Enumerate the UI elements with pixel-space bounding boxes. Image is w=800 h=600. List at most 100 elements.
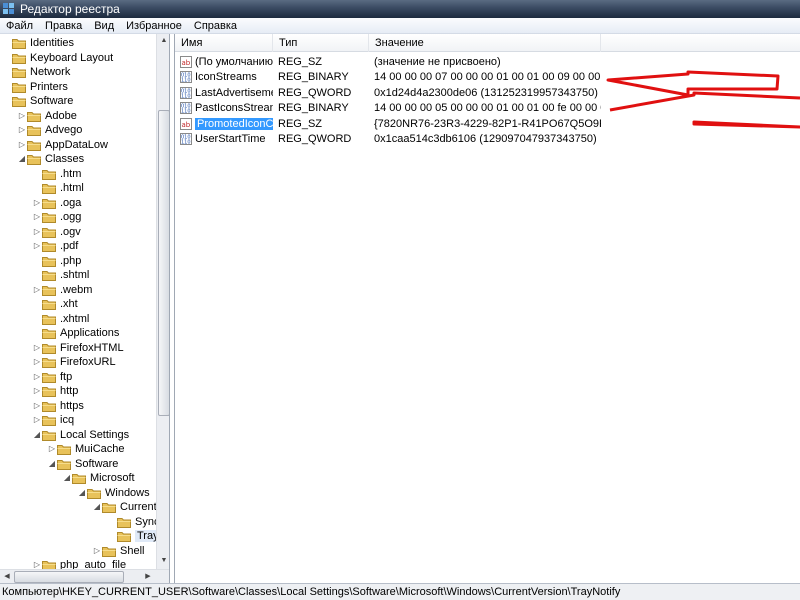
- tree-node[interactable]: .php: [32, 254, 81, 268]
- tree-node[interactable]: ▷ icq: [32, 413, 74, 427]
- tree-node-label: Classes: [45, 153, 85, 165]
- scroll-up-icon[interactable]: ▲: [158, 35, 169, 47]
- expand-arrow-icon[interactable]: ▷: [32, 386, 42, 396]
- folder-icon: [57, 443, 71, 455]
- value-row[interactable]: 010 110 IconStreams REG_BINARY 14 00 00 00 0…: [175, 70, 800, 85]
- folder-icon: [42, 182, 56, 194]
- menu-help[interactable]: Справка: [188, 20, 243, 32]
- tree-node[interactable]: Keyboard Layout: [2, 51, 113, 65]
- tree-node[interactable]: ▷ .ogg: [32, 210, 81, 224]
- scroll-right-icon[interactable]: ▶: [142, 571, 154, 583]
- value-row[interactable]: 010110LastAdvertiseme... REG_QWORD 0x1d24d…: [175, 86, 800, 101]
- collapse-arrow-icon[interactable]: ◢: [17, 154, 27, 164]
- tree-node[interactable]: ▷ http: [32, 384, 78, 398]
- binary-value-icon: 010 110: [180, 102, 192, 115]
- tree-vertical-scrollbar[interactable]: ▲ ▼: [156, 34, 169, 569]
- tree-horizontal-scrollbar[interactable]: ◀ ▶: [0, 569, 169, 583]
- tree-node[interactable]: ▷ AppDataLow: [17, 138, 108, 152]
- value-row[interactable]: 010 110 PastIconsStream REG_BINARY 14 00 00 …: [175, 101, 800, 116]
- tree-node[interactable]: TrayNo: [107, 529, 156, 543]
- expand-arrow-icon[interactable]: ▷: [17, 111, 27, 121]
- tree-node[interactable]: ◢ Classes: [17, 152, 84, 166]
- tree-node-label: .webm: [60, 283, 93, 296]
- expand-arrow-icon[interactable]: ▷: [32, 343, 42, 353]
- tree-node[interactable]: .xhtml: [32, 312, 89, 326]
- expand-arrow-icon[interactable]: ▷: [32, 357, 42, 367]
- svg-text:ab: ab: [182, 121, 191, 129]
- expand-arrow-icon[interactable]: ▷: [32, 198, 42, 208]
- collapse-arrow-icon[interactable]: ◢: [32, 430, 42, 440]
- scroll-down-icon[interactable]: ▼: [158, 555, 169, 567]
- tree-node[interactable]: Network: [2, 65, 70, 79]
- tree-node[interactable]: .htm: [32, 167, 81, 181]
- tree-node[interactable]: Software: [2, 94, 73, 108]
- tree-node[interactable]: ▷ .pdf: [32, 239, 78, 253]
- value-row[interactable]: 010 110 UserStartTime REG_QWORD 0x1caa514c3d…: [175, 132, 800, 147]
- tree-vertical-scroll-thumb[interactable]: [158, 110, 169, 416]
- tree-node-label: .ogv: [60, 225, 81, 238]
- expand-arrow-icon[interactable]: ▷: [32, 241, 42, 251]
- value-name: LastAdvertiseme...: [195, 86, 273, 101]
- expand-arrow-icon[interactable]: ▷: [32, 415, 42, 425]
- tree-node[interactable]: ▷ Shell: [92, 544, 144, 558]
- registry-editor-icon: [3, 3, 14, 14]
- value-data: 14 00 00 00 07 00 00 00 01 00 01 00 09 0…: [374, 71, 601, 84]
- tree-node-label: http: [60, 385, 79, 397]
- tree-horizontal-scroll-thumb[interactable]: [14, 571, 124, 583]
- tree-node[interactable]: ▷ Advego: [17, 123, 82, 137]
- tree-node[interactable]: Applications: [32, 326, 119, 340]
- value-name-text: IconStreams: [195, 71, 257, 84]
- menu-favorites[interactable]: Избранное: [120, 20, 188, 32]
- svg-text:110: 110: [181, 78, 191, 84]
- column-header-data[interactable]: Значение: [369, 34, 601, 52]
- value-row[interactable]: ab PromotedIconC... REG_SZ {7820NR76-23R3-4…: [175, 117, 800, 132]
- tree-node[interactable]: ▷ Adobe: [17, 109, 77, 123]
- tree-node[interactable]: ▷ .webm: [32, 283, 92, 297]
- expand-arrow-icon[interactable]: ▷: [32, 372, 42, 382]
- tree-node[interactable]: .xht: [32, 297, 78, 311]
- expand-arrow-icon[interactable]: ▷: [17, 125, 27, 135]
- tree-node[interactable]: ▷ .ogv: [32, 225, 81, 239]
- tree-node[interactable]: ▷ ftp: [32, 370, 72, 384]
- tree-node-label: MuiCache: [75, 443, 125, 455]
- expand-arrow-icon[interactable]: ▷: [32, 212, 42, 222]
- tree-node[interactable]: ◢ Software: [47, 457, 118, 471]
- tree-node[interactable]: ◢ Microsoft: [62, 471, 135, 485]
- tree-node[interactable]: ◢ Windows: [77, 486, 150, 500]
- tree-node-label: SyncMo: [135, 515, 156, 528]
- tree-node[interactable]: Printers: [2, 80, 68, 94]
- tree-node[interactable]: ▷ FirefoxHTML: [32, 341, 124, 355]
- menu-view[interactable]: Вид: [88, 20, 120, 32]
- tree-node[interactable]: .html: [32, 181, 84, 195]
- collapse-arrow-icon[interactable]: ◢: [77, 488, 87, 498]
- tree-node[interactable]: ▷ https: [32, 399, 84, 413]
- scroll-left-icon[interactable]: ◀: [1, 571, 13, 583]
- tree-node[interactable]: .shtml: [32, 268, 89, 282]
- tree-node[interactable]: Identities: [2, 36, 74, 50]
- tree-node[interactable]: ◢ CurrentVer: [92, 500, 156, 514]
- expand-arrow-icon[interactable]: ▷: [92, 546, 102, 556]
- tree-node[interactable]: SyncMo: [107, 515, 156, 529]
- expand-arrow-icon[interactable]: ▷: [32, 401, 42, 411]
- tree-node-label: .shtml: [60, 269, 90, 281]
- collapse-arrow-icon[interactable]: ◢: [62, 473, 72, 483]
- menu-edit[interactable]: Правка: [39, 20, 88, 32]
- expand-arrow-icon[interactable]: ▷: [47, 444, 57, 454]
- folder-icon: [42, 168, 56, 180]
- expand-arrow-icon[interactable]: ▷: [32, 227, 42, 237]
- folder-icon: [117, 516, 131, 528]
- value-row[interactable]: ab (По умолчанию) REG_SZ (значение не присв…: [175, 55, 800, 70]
- collapse-arrow-icon[interactable]: ◢: [92, 502, 102, 512]
- tree-node-label: .htm: [60, 167, 82, 180]
- collapse-arrow-icon[interactable]: ◢: [47, 459, 57, 469]
- menu-file[interactable]: Файл: [0, 20, 39, 32]
- expand-arrow-icon[interactable]: ▷: [17, 140, 27, 150]
- column-header-type[interactable]: Тип: [273, 34, 369, 52]
- tree-node[interactable]: ▷ .oga: [32, 196, 81, 210]
- tree-node[interactable]: ▷ MuiCache: [47, 442, 125, 456]
- expand-arrow-icon[interactable]: ▷: [32, 285, 42, 295]
- tree-node[interactable]: ◢ Local Settings: [32, 428, 129, 442]
- column-header-name[interactable]: Имя: [175, 34, 273, 52]
- folder-icon: [12, 37, 26, 49]
- tree-node[interactable]: ▷ FirefoxURL: [32, 355, 116, 369]
